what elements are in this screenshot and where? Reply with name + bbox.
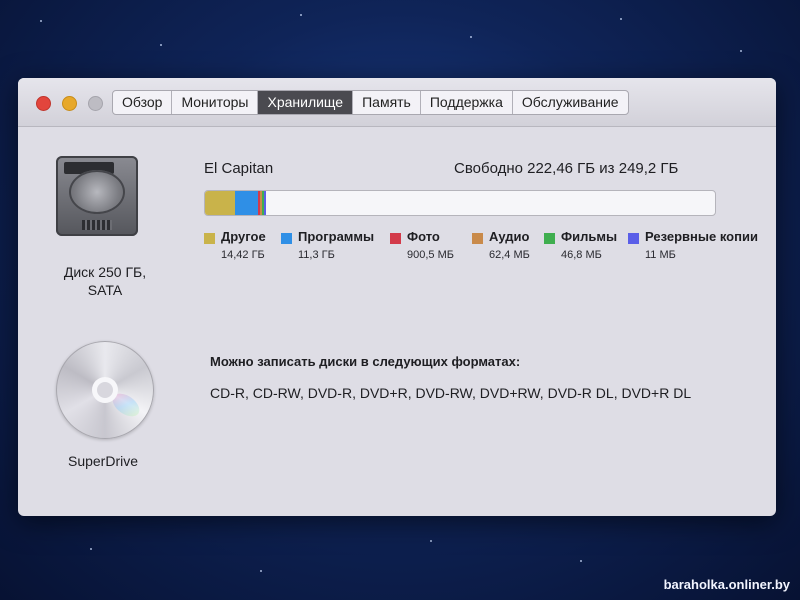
legend-size: 11 МБ [645,249,676,261]
watermark: baraholka.onliner.by [663,577,790,592]
star [740,50,742,52]
disk-name-line2: SATA [87,282,123,298]
star [620,18,622,20]
star [40,20,42,22]
burn-formats-title: Можно записать диски в следующих формата… [210,354,521,369]
legend-size: 11,3 ГБ [298,249,335,261]
tab-storage[interactable]: Хранилище [258,91,354,114]
legend-swatch-other [204,233,215,244]
star [260,570,262,572]
minimize-button[interactable] [62,96,77,111]
star [580,560,582,562]
disc-icon [56,341,154,439]
legend-swatch-apps [281,233,292,244]
disk-name-line1: Диск 250 ГБ, [63,264,147,280]
legend-size: 900,5 МБ [407,249,454,261]
legend-size: 14,42 ГБ [221,249,265,261]
usage-segment-other [205,191,235,215]
storage-usage-bar [204,190,716,216]
usage-segment-backups [263,191,266,215]
storage-legend: Другое 14,42 ГБ Программы 11,3 ГБ Фото 9… [204,229,774,269]
legend-size: 62,4 МБ [489,249,530,261]
hard-drive-icon [56,156,138,236]
volume-free-space: Свободно 222,46 ГБ из 249,2 ГБ [454,160,679,177]
tab-support[interactable]: Поддержка [421,91,513,114]
disk-name: Диск 250 ГБ, SATA [25,263,185,299]
volume-name: El Capitan [204,160,274,177]
star [160,44,162,46]
star [470,36,472,38]
tab-displays[interactable]: Мониторы [172,91,259,114]
tab-service[interactable]: Обслуживание [513,91,628,114]
legend-swatch-backups [628,233,639,244]
legend-label: Фильмы [561,229,618,244]
tab-bar: Обзор Мониторы Хранилище Память Поддержк… [112,90,629,115]
legend-size: 46,8 МБ [561,249,602,261]
star [300,14,302,16]
legend-swatch-audio [472,233,483,244]
legend-label: Программы [298,229,375,244]
zoom-button[interactable] [88,96,103,111]
legend-label: Фото [407,229,440,244]
legend-swatch-movies [544,233,555,244]
legend-label: Резервные копии [645,229,758,244]
star [430,540,432,542]
burn-formats-list: CD-R, CD-RW, DVD-R, DVD+R, DVD-RW, DVD+R… [210,385,692,401]
title-bar: Обзор Мониторы Хранилище Память Поддержк… [18,78,776,127]
tab-overview[interactable]: Обзор [113,91,173,114]
legend-label: Аудио [489,229,530,244]
legend-label: Другое [221,229,266,244]
superdrive-name: SuperDrive [67,453,139,469]
usage-segment-apps [234,191,258,215]
close-button[interactable] [36,96,51,111]
star [90,548,92,550]
legend-swatch-photos [390,233,401,244]
about-this-mac-window: Обзор Мониторы Хранилище Память Поддержк… [18,78,776,516]
tab-memory[interactable]: Память [353,91,421,114]
